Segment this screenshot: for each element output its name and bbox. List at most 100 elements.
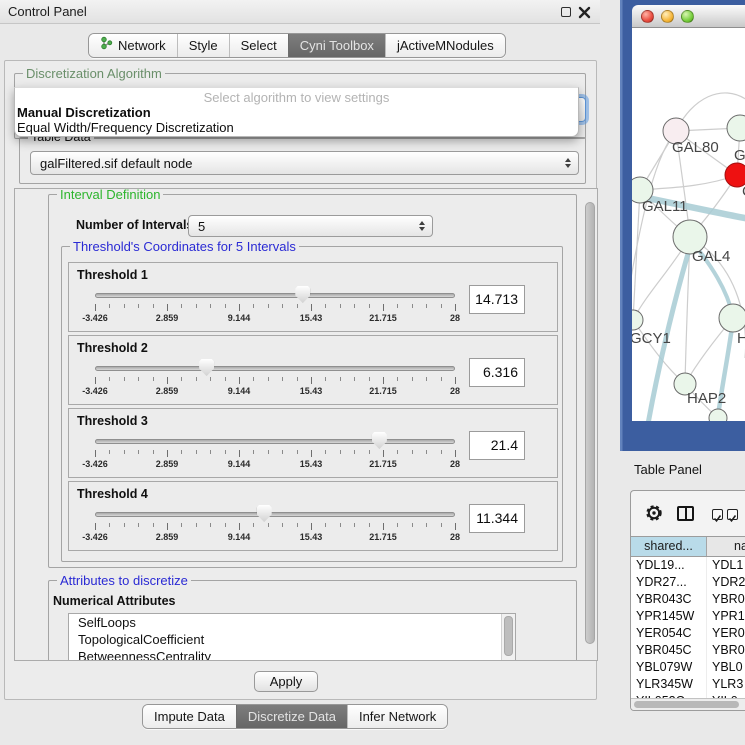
table-data-selected-value: galFiltered.sif default node <box>40 156 192 171</box>
threshold-1-slider-track[interactable] <box>95 293 455 298</box>
table-row[interactable]: YLR345WYLR3 <box>631 676 745 693</box>
threshold-4-value-field[interactable]: 11.344 <box>469 504 525 533</box>
slider-tick-label: 21.715 <box>369 386 397 396</box>
slider-tick <box>153 523 154 527</box>
panel-scrollbar-thumb[interactable] <box>585 202 595 644</box>
slider-tick <box>153 304 154 308</box>
network-node-top-right[interactable] <box>727 115 745 141</box>
close-icon[interactable] <box>578 6 591 19</box>
scrollbar-thumb[interactable] <box>634 701 739 708</box>
number-of-intervals-combobox[interactable]: 5 <box>188 215 433 237</box>
table-row[interactable]: YER054CYER0 <box>631 625 745 642</box>
node-table-card: shared...na YDL19...YDL1YDR27...YDR2YBR0… <box>630 490 745 711</box>
slider-tick <box>383 523 384 530</box>
apply-button[interactable]: Apply <box>254 671 318 692</box>
table-cell: YBL0 <box>707 659 745 676</box>
column-header-shared[interactable]: shared... <box>631 537 707 556</box>
tab-jactivemnodules[interactable]: jActiveMNodules <box>385 34 505 57</box>
slider-tick <box>124 377 125 381</box>
tab-select[interactable]: Select <box>229 34 288 57</box>
network-window-titlebar[interactable] <box>632 5 745 28</box>
control-panel: Control Panel NetworkStyleSelectCyni Too… <box>0 0 600 745</box>
table-row[interactable]: YPR145WYPR1 <box>631 608 745 625</box>
slider-tick <box>181 450 182 454</box>
slider-tick-label: 15.43 <box>300 386 323 396</box>
threshold-3-slider-track[interactable] <box>95 439 455 444</box>
toolbox-tab-bar: NetworkStyleSelectCyni ToolboxjActiveMNo… <box>88 33 506 58</box>
network-node-GCY1[interactable] <box>632 310 643 330</box>
slider-tick <box>455 304 456 311</box>
tab-style[interactable]: Style <box>177 34 229 57</box>
threshold-1-value-field[interactable]: 14.713 <box>469 285 525 314</box>
tab-cyni-toolbox[interactable]: Cyni Toolbox <box>288 34 385 57</box>
split-table-icon[interactable] <box>677 506 694 521</box>
table-row[interactable]: YBR043CYBR0 <box>631 591 745 608</box>
table-cell: YPR145W <box>631 608 707 625</box>
zoom-window-icon[interactable] <box>681 10 694 23</box>
list-item-betweennesscentrality[interactable]: BetweennessCentrality <box>69 648 515 661</box>
table-row[interactable]: YBL079WYBL0 <box>631 659 745 676</box>
table-row[interactable]: YBR045CYBR0 <box>631 642 745 659</box>
slider-tick <box>441 523 442 527</box>
list-item-selfloops[interactable]: SelfLoops <box>69 614 515 631</box>
table-data-combobox[interactable]: galFiltered.sif default node <box>30 151 579 175</box>
threshold-4-slider-track[interactable] <box>95 512 455 517</box>
slider-tick <box>354 304 355 308</box>
slider-tick <box>311 377 312 384</box>
checkbox-icon[interactable] <box>712 509 723 520</box>
threshold-2-slider-thumb[interactable] <box>199 359 214 377</box>
table-cell: YBL079W <box>631 659 707 676</box>
numerical-attributes-list[interactable]: SelfLoopsTopologicalCoefficientBetweenne… <box>68 613 516 661</box>
slider-tick <box>354 523 355 527</box>
slider-tick <box>239 523 240 530</box>
threshold-2-value-field[interactable]: 6.316 <box>469 358 525 387</box>
threshold-3-value-field[interactable]: 21.4 <box>469 431 525 460</box>
dropdown-placeholder: Select algorithm to view settings <box>15 90 578 105</box>
slider-tick <box>282 523 283 527</box>
list-item-topologicalcoefficient[interactable]: TopologicalCoefficient <box>69 631 515 648</box>
slider-tick <box>325 523 326 527</box>
slider-tick <box>412 450 413 454</box>
tab-infer-network[interactable]: Infer Network <box>347 705 447 728</box>
slider-tick <box>167 450 168 457</box>
list-scrollbar[interactable] <box>501 614 515 661</box>
minimize-window-icon[interactable] <box>661 10 674 23</box>
network-node-label: GA <box>734 147 745 164</box>
slider-tick <box>109 523 110 527</box>
column-header-na[interactable]: na <box>707 537 745 556</box>
numerical-attributes-label: Numerical Attributes <box>53 594 175 608</box>
network-node-label: GAL80 <box>672 139 719 156</box>
tab-discretize-data[interactable]: Discretize Data <box>236 705 347 728</box>
option-equal-width-frequency[interactable]: Equal Width/Frequency Discretization <box>17 120 234 135</box>
slider-tick-label: 9.144 <box>228 532 251 542</box>
slider-tick <box>225 304 226 308</box>
threshold-2-slider-track[interactable] <box>95 366 455 371</box>
option-manual-discretization[interactable]: Manual Discretization <box>17 105 151 120</box>
network-canvas[interactable]: GAL80GACGAL11GAL4GCY1HHAP2 <box>632 28 745 421</box>
network-node-H[interactable] <box>719 304 745 332</box>
slider-tick <box>397 377 398 381</box>
threshold-1-slider-thumb[interactable] <box>295 286 310 304</box>
settings-gear-icon[interactable] <box>645 504 663 522</box>
network-icon <box>100 34 113 57</box>
table-horizontal-scrollbar[interactable] <box>631 698 745 710</box>
slider-tick <box>325 304 326 308</box>
tab-network[interactable]: Network <box>89 34 177 57</box>
tab-impute-data[interactable]: Impute Data <box>143 705 236 728</box>
threshold-4-slider-thumb[interactable] <box>257 505 272 523</box>
slider-tick <box>426 523 427 527</box>
slider-tick-label: 21.715 <box>369 313 397 323</box>
table-row[interactable]: YDR27...YDR2 <box>631 574 745 591</box>
table-row[interactable]: YDL19...YDL1 <box>631 557 745 574</box>
checkbox-icon[interactable] <box>727 509 738 520</box>
float-panel-icon[interactable] <box>561 7 571 17</box>
slider-tick <box>369 377 370 381</box>
network-edge <box>633 190 640 320</box>
threshold-panel-1: Threshold 1-3.4262.8599.14415.4321.71528… <box>68 262 558 332</box>
table-data-group: Table Data galFiltered.sif default node <box>19 137 586 184</box>
network-node-bottom[interactable] <box>709 409 727 421</box>
scrollbar-thumb[interactable] <box>504 616 513 656</box>
close-window-icon[interactable] <box>641 10 654 23</box>
threshold-3-slider-thumb[interactable] <box>372 432 387 450</box>
table-cell: YLR3 <box>707 676 745 693</box>
